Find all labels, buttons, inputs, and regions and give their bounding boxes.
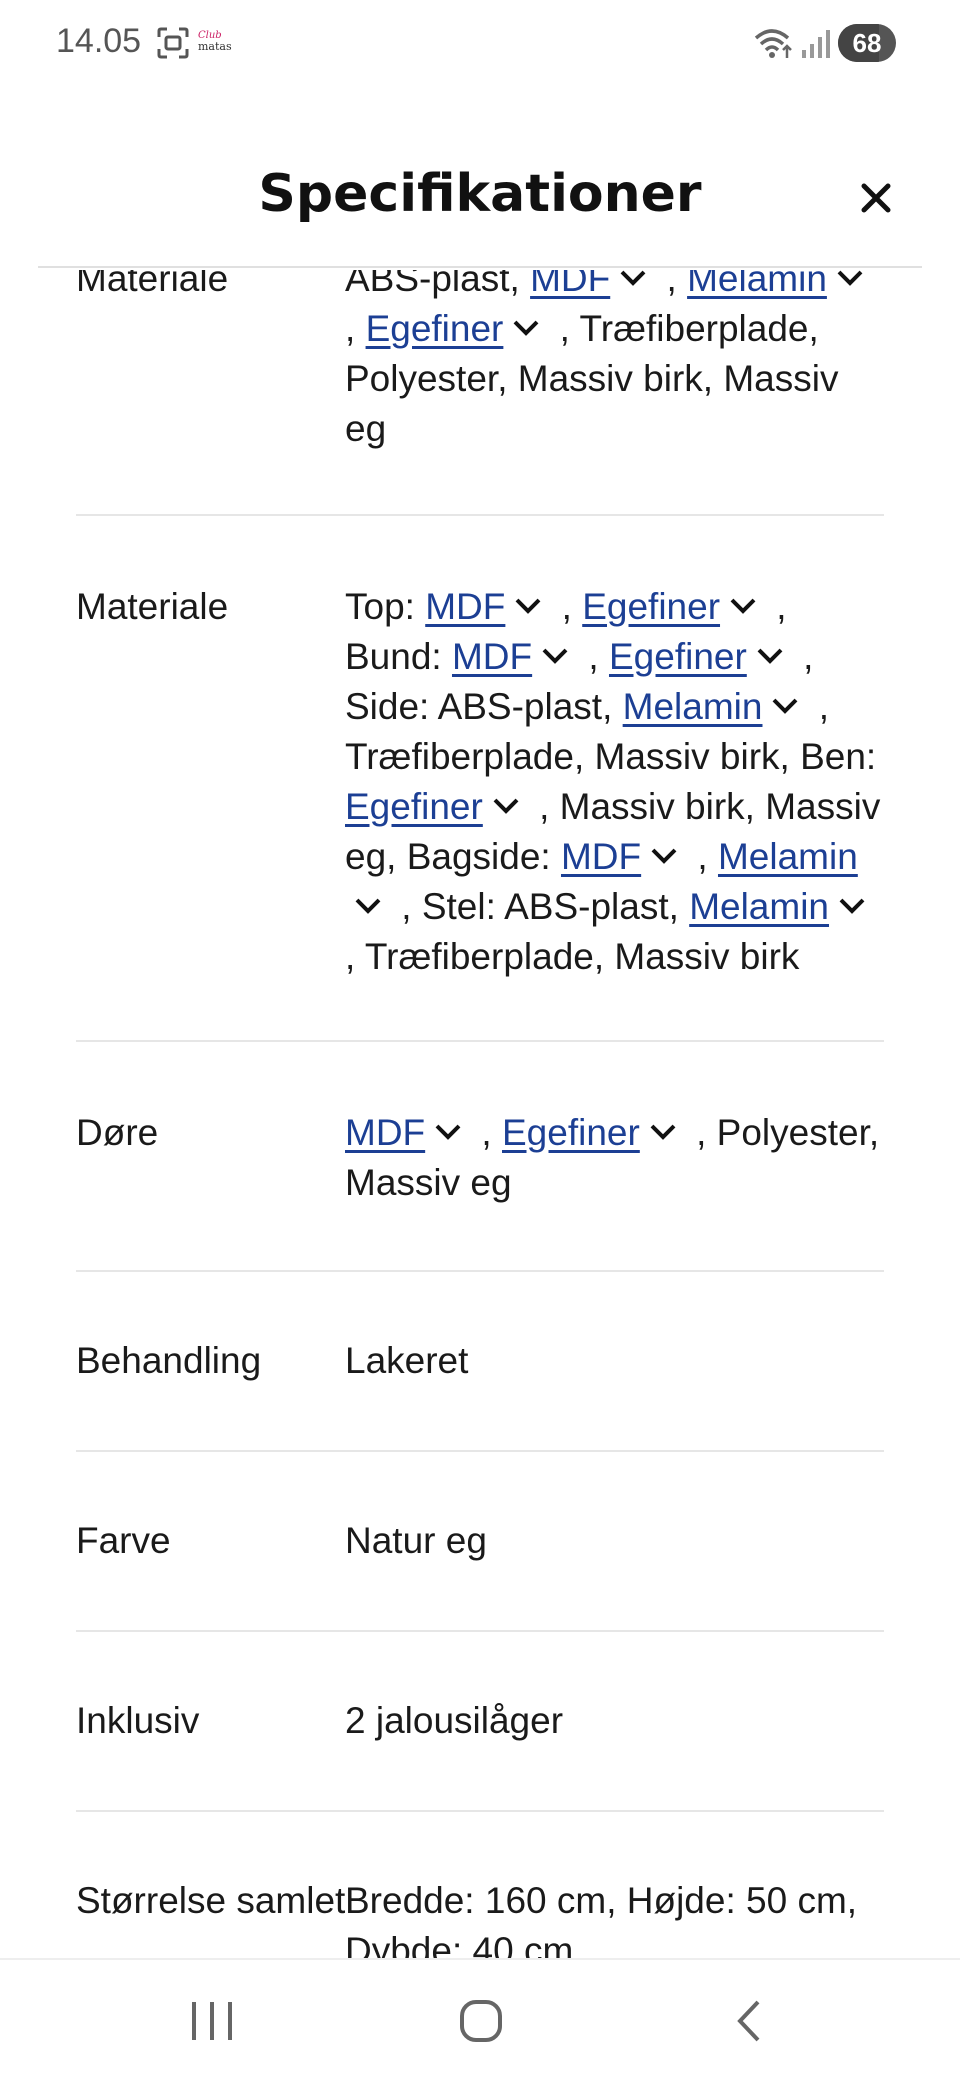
link-melamin[interactable]: Melamin: [623, 686, 763, 727]
chevron-down-icon[interactable]: [540, 645, 570, 667]
spec-value: 2 jalousilåger: [345, 1700, 564, 1741]
spec-row-materiale-1: Materiale ABS-plast, MDF , Melamin , Ege…: [76, 270, 884, 516]
chevron-down-icon[interactable]: [511, 317, 541, 339]
system-navigation-bar: [0, 1958, 960, 2080]
spec-text: ,: [687, 836, 718, 877]
spec-row-inklusiv: Inklusiv 2 jalousilåger: [76, 1632, 884, 1812]
spec-value: Bredde: 160 cm, Højde: 50 cm, Dybde: 40 …: [345, 1880, 858, 1958]
chevron-down-icon[interactable]: [770, 695, 800, 717]
screenshot-icon: [157, 27, 189, 59]
back-button[interactable]: [690, 1960, 810, 2080]
link-mdf[interactable]: MDF: [425, 586, 505, 627]
chevron-down-icon[interactable]: [648, 1121, 678, 1143]
app-icon-text-bottom: matas: [198, 40, 232, 53]
spec-row-farve: Farve Natur eg: [76, 1452, 884, 1632]
back-icon: [737, 2000, 760, 2042]
link-egefiner[interactable]: Egefiner: [345, 786, 483, 827]
spec-value: MDF , Egefiner , Polyester, Massiv eg: [345, 1108, 884, 1208]
wifi-icon: [754, 29, 792, 58]
chevron-down-icon[interactable]: [433, 1121, 463, 1143]
link-mdf[interactable]: MDF: [345, 1112, 425, 1153]
close-icon: [861, 183, 891, 213]
spec-label: Farve: [76, 1520, 171, 1561]
spec-text: ABS-plast,: [345, 270, 531, 299]
spec-label: Størrelse samlet: [76, 1880, 346, 1921]
spec-row-stoerrelse-samlet: Størrelse samlet Bredde: 160 cm, Højde: …: [76, 1812, 884, 1958]
link-melamin[interactable]: Melamin: [689, 886, 829, 927]
battery-indicator: 68: [838, 24, 896, 62]
link-melamin[interactable]: Melamin: [718, 836, 858, 877]
chevron-down-icon[interactable]: [837, 895, 867, 917]
signal-icon: [802, 30, 830, 58]
spec-row-doere: Døre MDF , Egefiner , Polyester, Massiv …: [76, 1042, 884, 1272]
recents-icon: [192, 2002, 232, 2040]
specifications-list[interactable]: Materiale ABS-plast, MDF , Melamin , Ege…: [0, 270, 960, 1958]
spec-label: Behandling: [76, 1340, 262, 1381]
spec-text: ,: [345, 308, 366, 349]
spec-text: ,: [471, 1112, 502, 1153]
sheet-header: Specifikationer: [38, 130, 922, 268]
chevron-down-icon[interactable]: [649, 845, 679, 867]
link-mdf[interactable]: MDF: [530, 270, 610, 299]
page-title: Specifikationer: [258, 164, 702, 224]
link-egefiner[interactable]: Egefiner: [582, 586, 720, 627]
link-egefiner[interactable]: Egefiner: [609, 636, 747, 677]
spec-value: Top: MDF , Egefiner , Bund: MDF , Egefin…: [345, 582, 884, 982]
battery-level: 68: [852, 28, 882, 58]
spec-label: Materiale: [76, 270, 229, 299]
spec-text: , Træfiberplade, Massiv birk: [345, 936, 800, 977]
spec-text: Top:: [345, 586, 426, 627]
spec-value: ABS-plast, MDF , Melamin , Egefiner , Tr…: [345, 270, 884, 454]
chevron-down-icon[interactable]: [728, 595, 758, 617]
spec-row-materiale-2: Materiale Top: MDF , Egefiner , Bund: MD…: [76, 516, 884, 1042]
spec-row-behandling: Behandling Lakeret: [76, 1272, 884, 1452]
link-melamin[interactable]: Melamin: [687, 270, 827, 299]
spec-text: ,: [578, 636, 609, 677]
chevron-down-icon[interactable]: [513, 595, 543, 617]
chevron-down-icon[interactable]: [755, 645, 785, 667]
chevron-down-icon[interactable]: [618, 270, 648, 289]
club-matas-app-icon: Club matas: [198, 30, 234, 56]
spec-label: Inklusiv: [76, 1700, 200, 1741]
spec-label: Materiale: [76, 586, 229, 627]
status-time: 14.05: [56, 22, 142, 60]
link-mdf[interactable]: MDF: [452, 636, 532, 677]
link-mdf[interactable]: MDF: [561, 836, 641, 877]
link-egefiner[interactable]: Egefiner: [366, 308, 504, 349]
status-bar: 14.05 Club matas 68: [0, 0, 960, 86]
link-egefiner[interactable]: Egefiner: [502, 1112, 640, 1153]
home-button[interactable]: [421, 1960, 541, 2080]
spec-label: Døre: [76, 1112, 159, 1153]
recents-button[interactable]: [152, 1960, 272, 2080]
spec-text: ,: [551, 586, 583, 627]
spec-text: ,: [656, 270, 688, 299]
close-button[interactable]: [854, 176, 898, 220]
chevron-down-icon[interactable]: [835, 270, 865, 289]
chevron-down-icon[interactable]: [353, 895, 383, 917]
spec-text: , Stel: ABS-plast,: [391, 886, 690, 927]
spec-value: Natur eg: [345, 1520, 487, 1561]
spec-value: Lakeret: [345, 1340, 469, 1381]
home-icon: [460, 2000, 502, 2042]
chevron-down-icon[interactable]: [491, 795, 521, 817]
